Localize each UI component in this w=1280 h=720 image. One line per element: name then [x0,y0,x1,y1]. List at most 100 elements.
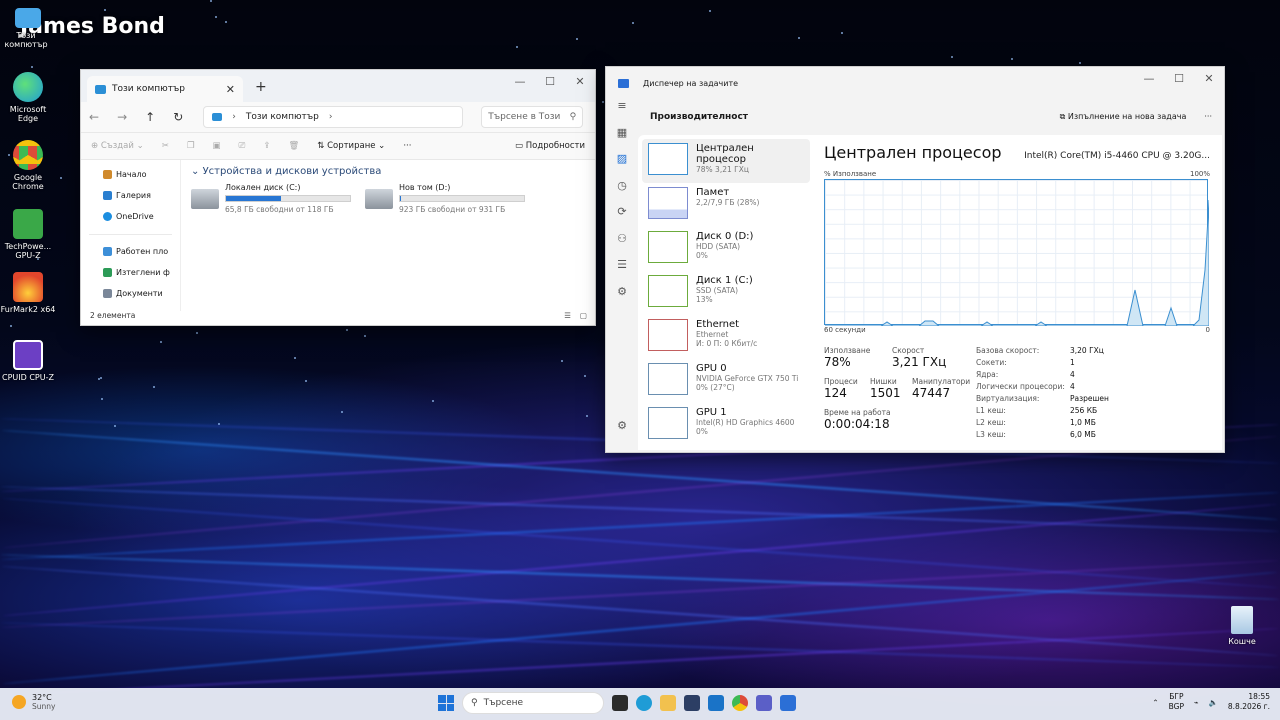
more-options-button[interactable]: ··· [1204,112,1212,122]
file-explorer-icon[interactable] [660,695,676,711]
details-view-icon[interactable]: ☰ [564,311,571,320]
task-manager-window: Диспечер на задачите — ☐ ✕ ≡ ▦ ▨ ◷ ⟳ ⚇ ☰… [605,66,1225,453]
rename-icon[interactable]: ⎚ [239,141,246,151]
resource-item-cpu[interactable]: Централен процесор 78% 3,21 ГХц [642,139,810,183]
close-icon[interactable]: ✕ [1194,67,1224,89]
minimize-icon[interactable]: — [1134,67,1164,89]
delete-icon[interactable]: 🗑 [288,141,299,151]
detail-title: Централен процесор [824,143,1002,162]
time: 18:55 [1248,692,1270,701]
cpu-model: Intel(R) Core(TM) i5-4460 CPU @ 3.20G... [1024,151,1210,161]
share-icon[interactable]: ⇪ [263,141,270,151]
nav-item-home[interactable]: Начало [81,164,180,185]
clock[interactable]: 18:55 8.8.2026 г. [1228,692,1270,712]
taskbar-search[interactable]: ⚲ Търсене [462,692,604,714]
new-button[interactable]: ⊕ Създай ⌄ [91,141,144,151]
chevron-up-icon[interactable]: ⌃ [1152,698,1158,707]
resource-item-gpu-1[interactable]: GPU 1 Intel(R) HD Graphics 4600 0% [642,403,810,447]
recycle-bin-icon [1231,606,1253,634]
back-icon[interactable]: ← [89,110,99,124]
desktop-icon-cpuz[interactable]: CPUID CPU-Z [0,340,56,382]
cut-icon[interactable]: ✂ [162,141,169,151]
resource-item-disk-0[interactable]: Диск 0 (D:) HDD (SATA) 0% [642,227,810,271]
chrome-icon[interactable] [732,695,748,711]
explorer-tab[interactable]: Този компютър ✕ [87,76,243,102]
more-options-button[interactable]: ··· [403,141,411,151]
performance-icon[interactable]: ▨ [606,152,638,179]
graph-y-label: % Използване [824,170,877,178]
search-input[interactable]: Търсене в Този ⚲ [481,106,584,128]
startup-apps-icon[interactable]: ⟳ [606,205,638,232]
resource-item-ethernet[interactable]: Ethernet Ethernet И: 0 П: 0 Кбит/с [642,315,810,359]
drive-c[interactable]: Локален диск (C:) 65,8 ГБ свободни от 11… [191,183,351,214]
breadcrumb[interactable]: Този компютър [246,112,319,122]
nav-item-downloads[interactable]: Изтеглени ф [81,262,180,283]
edge-icon[interactable] [636,695,652,711]
nav-item-documents[interactable]: Документи [81,283,180,304]
volume-icon[interactable]: 🔈 [1209,698,1218,707]
new-tab-icon[interactable]: + [255,79,267,95]
task-manager-titlebar: Диспечер на задачите [606,67,1224,99]
desktop-icon-gpuz[interactable]: TechPowe... GPU-Z [0,209,56,260]
taskbar: 32°C Sunny ⚲ Търсене ⌃ БГР BGP ⌁ 🔈 18:55 … [0,688,1280,720]
processes-value: 124 [824,386,847,400]
services-icon[interactable]: ⚙ [606,285,638,312]
desktop-icon [103,247,112,256]
settings-icon[interactable]: ⚙ [606,419,638,446]
task-view-icon[interactable] [612,695,628,711]
task-manager-nav-rail: ≡ ▦ ▨ ◷ ⟳ ⚇ ☰ ⚙ ⚙ [606,99,638,452]
outlook-icon[interactable] [708,695,724,711]
processes-icon[interactable]: ▦ [606,126,638,153]
store-icon[interactable] [684,695,700,711]
disk-thumbnail [648,231,688,263]
drive-usage-bar [225,195,351,202]
minimize-icon[interactable]: — [505,70,535,92]
maximize-icon[interactable]: ☐ [535,70,565,92]
language-indicator[interactable]: БГР BGP [1169,692,1184,712]
handles-value: 47447 [912,386,951,400]
desktop-icon-edge[interactable]: Microsoft Edge [0,72,56,123]
desktop-icon-this-pc[interactable]: Този компютър [0,8,56,49]
desktop-icon-furmark[interactable]: FurMark2 x64 [0,272,56,314]
resource-item-disk-1[interactable]: Диск 1 (C:) SSD (SATA) 13% [642,271,810,315]
hamburger-icon[interactable]: ≡ [606,99,638,126]
copy-icon[interactable]: ❐ [187,141,195,151]
windows-start-icon[interactable] [438,695,454,711]
teams-icon[interactable] [756,695,772,711]
performance-header: Производителност ⧉ Изпълнение на нова за… [638,99,1224,135]
address-input[interactable]: › Този компютър › [203,106,464,128]
resource-item-memory[interactable]: Памет 2,2/7,9 ГБ (28%) [642,183,810,227]
nav-item-onedrive[interactable]: OneDrive [81,206,180,227]
details-icon[interactable]: ☰ [606,258,638,285]
tiles-view-icon[interactable]: ▢ [580,311,587,320]
nav-item-gallery[interactable]: Галерия [81,185,180,206]
refresh-icon[interactable]: ↻ [173,110,183,124]
task-manager-icon[interactable] [780,695,796,711]
up-icon[interactable]: ↑ [145,110,155,124]
usage-value: 78% [824,355,851,369]
desktop-icon-recycle-bin[interactable]: Кошче [1214,606,1270,646]
network-icon[interactable]: ⌁ [1194,698,1199,707]
close-icon[interactable]: ✕ [565,70,595,92]
details-button[interactable]: ▭ Подробности [515,141,585,151]
sort-button[interactable]: ⇅ Сортиране ⌄ [317,141,385,151]
app-history-icon[interactable]: ◷ [606,179,638,206]
run-new-task-button[interactable]: ⧉ Изпълнение на нова задача [1060,112,1187,122]
nav-item-desktop[interactable]: Работен пло [81,241,180,262]
computer-icon [15,8,41,28]
maximize-icon[interactable]: ☐ [1164,67,1194,89]
paste-icon[interactable]: ▣ [212,141,220,151]
resource-item-gpu-0[interactable]: GPU 0 NVIDIA GeForce GTX 750 Ti 0% (27°C) [642,359,810,403]
desktop-icon-chrome[interactable]: Google Chrome [0,140,56,191]
group-header[interactable]: ⌄ Устройства и дискови устройства [191,166,585,177]
desktop-icon-label: Microsoft Edge [9,105,47,123]
forward-icon[interactable]: → [117,110,127,124]
close-tab-icon[interactable]: ✕ [226,83,235,96]
window-controls: — ☐ ✕ [1134,67,1224,89]
chevron-right-icon: › [232,112,236,122]
nav-divider [89,227,172,235]
weather-widget[interactable]: 32°C Sunny [12,693,55,711]
drive-d[interactable]: Нов том (D:) 923 ГБ свободни от 931 ГБ [365,183,525,214]
users-icon[interactable]: ⚇ [606,232,638,259]
explorer-tab-title: Този компютър [112,84,186,94]
